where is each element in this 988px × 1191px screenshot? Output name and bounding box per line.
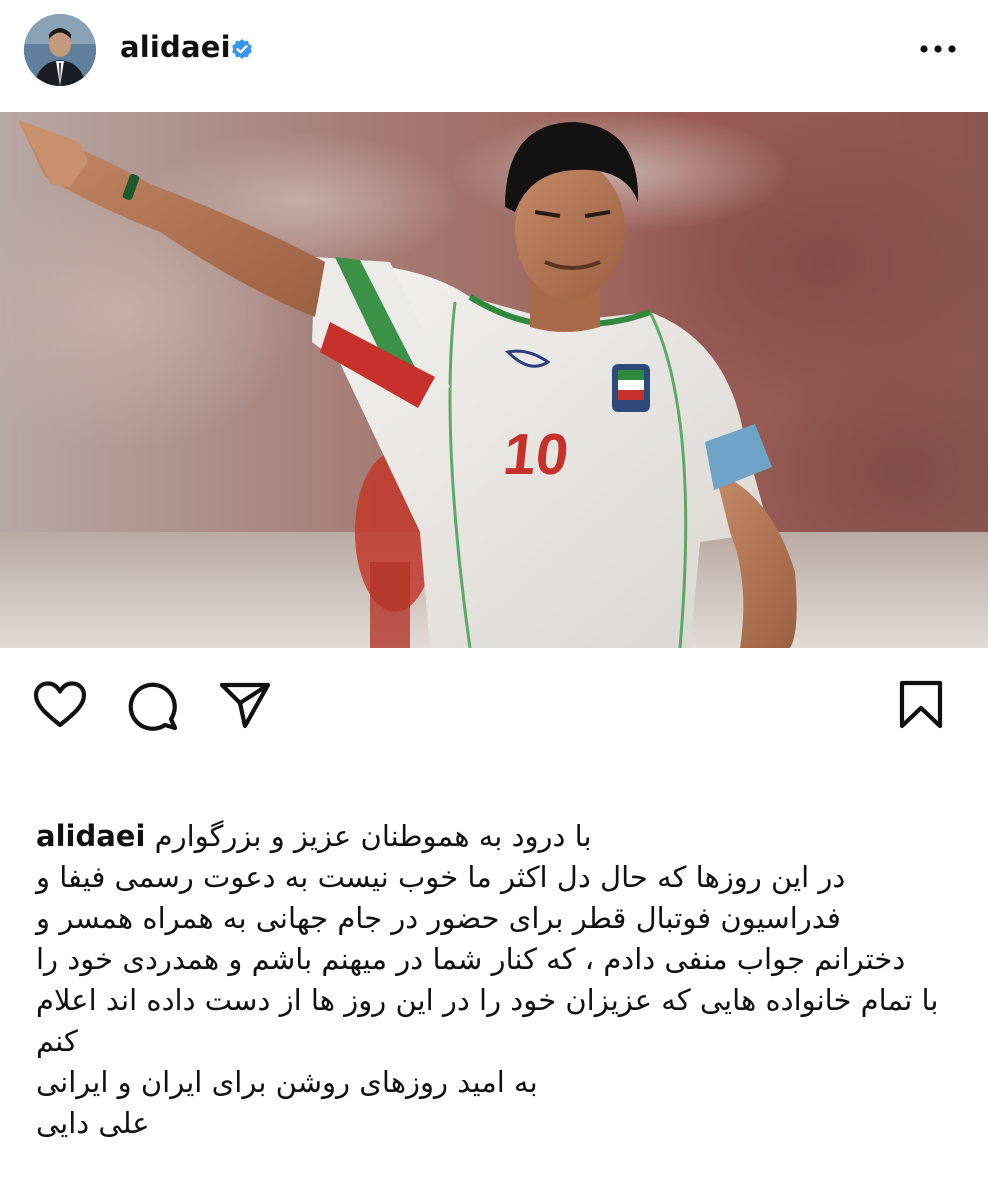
caption-line: در این روزها که حال دل اکثر ما خوب نیست …: [36, 860, 846, 894]
username[interactable]: alidaei: [120, 30, 231, 64]
caption-line: فدراسیون فوتبال قطر برای حضور در جام جها…: [36, 901, 841, 935]
send-icon[interactable]: [219, 681, 271, 729]
caption-signature: علی دایی: [36, 1106, 150, 1140]
avatar-image: [24, 14, 96, 86]
comment-icon[interactable]: [127, 681, 179, 731]
more-horizontal-icon[interactable]: [918, 36, 958, 62]
post-header: alidaei: [0, 0, 988, 100]
caption-line: به امید روزهای روشن برای ایران و ایرانی: [36, 1065, 538, 1099]
bookmark-icon[interactable]: [898, 680, 944, 730]
caption-line: کنم: [36, 1024, 78, 1058]
profile-avatar[interactable]: [24, 14, 96, 86]
caption-first-line: alidaei با درود به هموطنان عزیز و بزرگوا…: [36, 816, 956, 857]
caption-line: با تمام خانواده هایی که عزیزان خود را در…: [36, 983, 939, 1017]
jersey-number: 10: [500, 422, 571, 487]
post-caption: alidaei با درود به هموطنان عزیز و بزرگوا…: [36, 816, 956, 1144]
verified-badge-icon: [232, 39, 252, 59]
heart-icon[interactable]: [33, 681, 87, 729]
caption-username[interactable]: alidaei: [36, 819, 145, 853]
post-photo[interactable]: 10: [0, 112, 988, 648]
caption-greeting: با درود به هموطنان عزیز و بزرگوارم: [154, 819, 592, 853]
caption-line: دخترانم جواب منفی دادم ، که کنار شما در …: [36, 942, 906, 976]
